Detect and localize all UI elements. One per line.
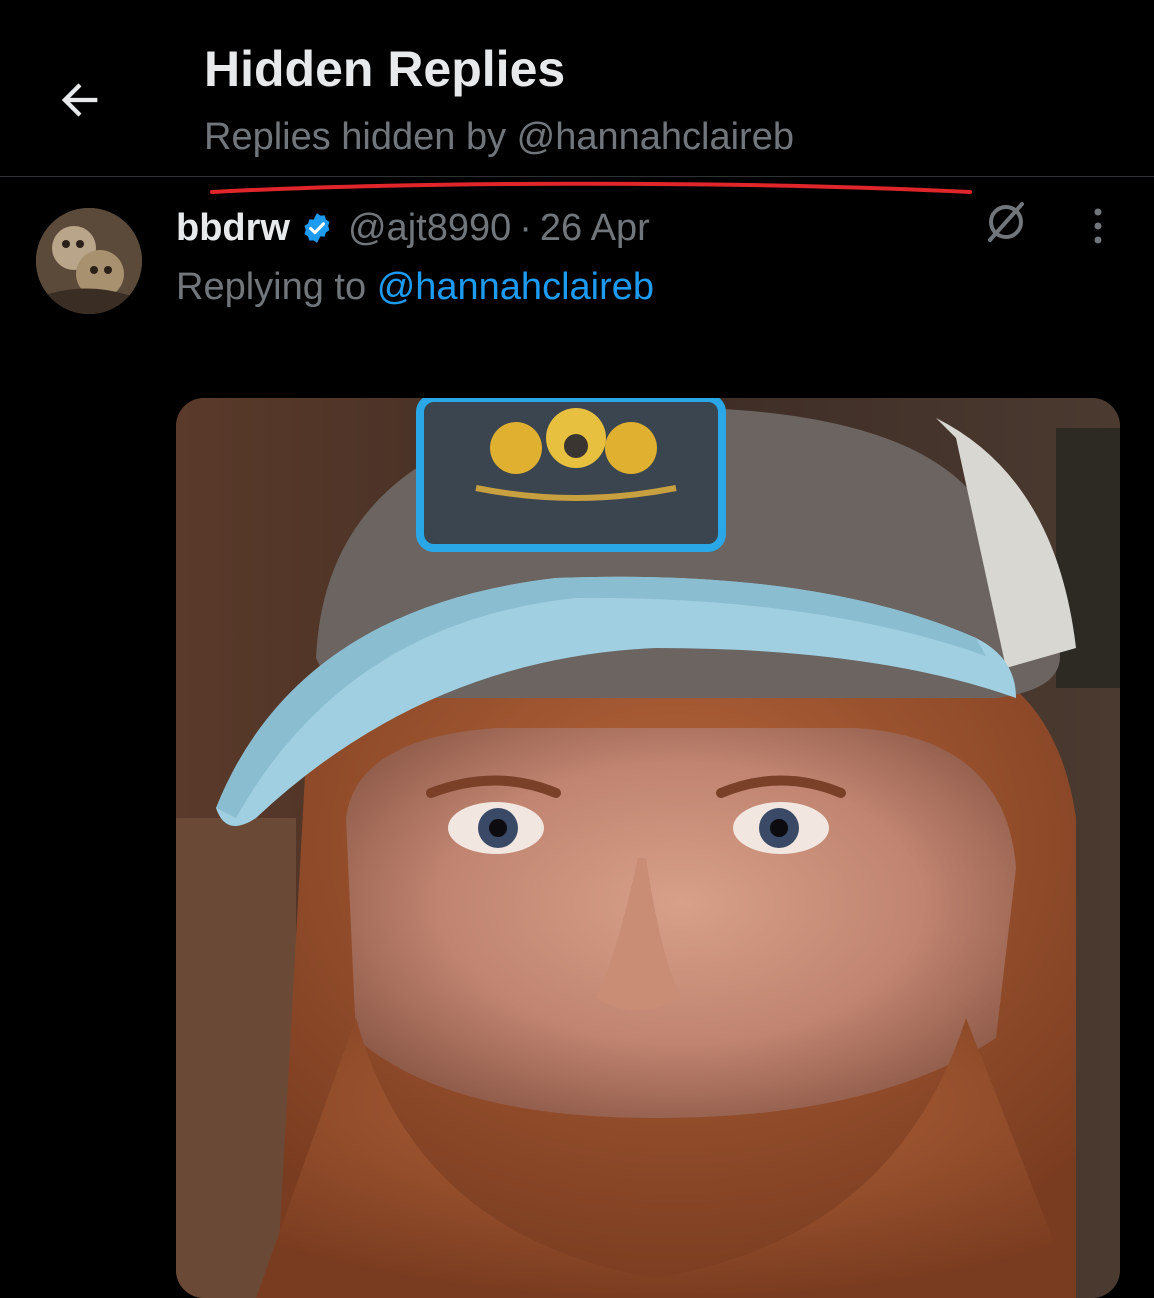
avatar-image bbox=[36, 208, 142, 314]
avatar[interactable] bbox=[36, 208, 142, 314]
replying-to-line: Replying to @hannahclaireb bbox=[176, 266, 654, 309]
display-name[interactable]: bbdrw bbox=[176, 207, 290, 250]
grok-icon[interactable] bbox=[980, 196, 1032, 248]
man-in-cap-photo bbox=[176, 398, 1120, 1298]
verified-badge-icon bbox=[300, 211, 334, 245]
user-handle[interactable]: @ajt8990 bbox=[348, 207, 511, 250]
separator-dot: · bbox=[519, 206, 532, 249]
replying-to-label: Replying to bbox=[176, 266, 367, 308]
arrow-left-icon bbox=[61, 83, 98, 117]
tweet-date[interactable]: 26 Apr bbox=[540, 207, 650, 250]
back-button[interactable] bbox=[44, 64, 116, 136]
hidden-reply-tweet[interactable]: bbdrw @ajt8990 · 26 Apr Replying to @han… bbox=[0, 176, 1154, 1298]
page-subtitle: Replies hidden by @hannahclaireb bbox=[204, 116, 794, 158]
tweet-header: bbdrw @ajt8990 · 26 Apr bbox=[176, 200, 650, 256]
tweet-media-image[interactable] bbox=[176, 398, 1120, 1298]
header-bar: Hidden Replies Replies hidden by @hannah… bbox=[0, 0, 1154, 177]
page-title: Hidden Replies bbox=[204, 41, 566, 97]
replying-to-mention[interactable]: @hannahclaireb bbox=[377, 266, 654, 308]
more-vertical-icon[interactable] bbox=[1078, 196, 1118, 256]
